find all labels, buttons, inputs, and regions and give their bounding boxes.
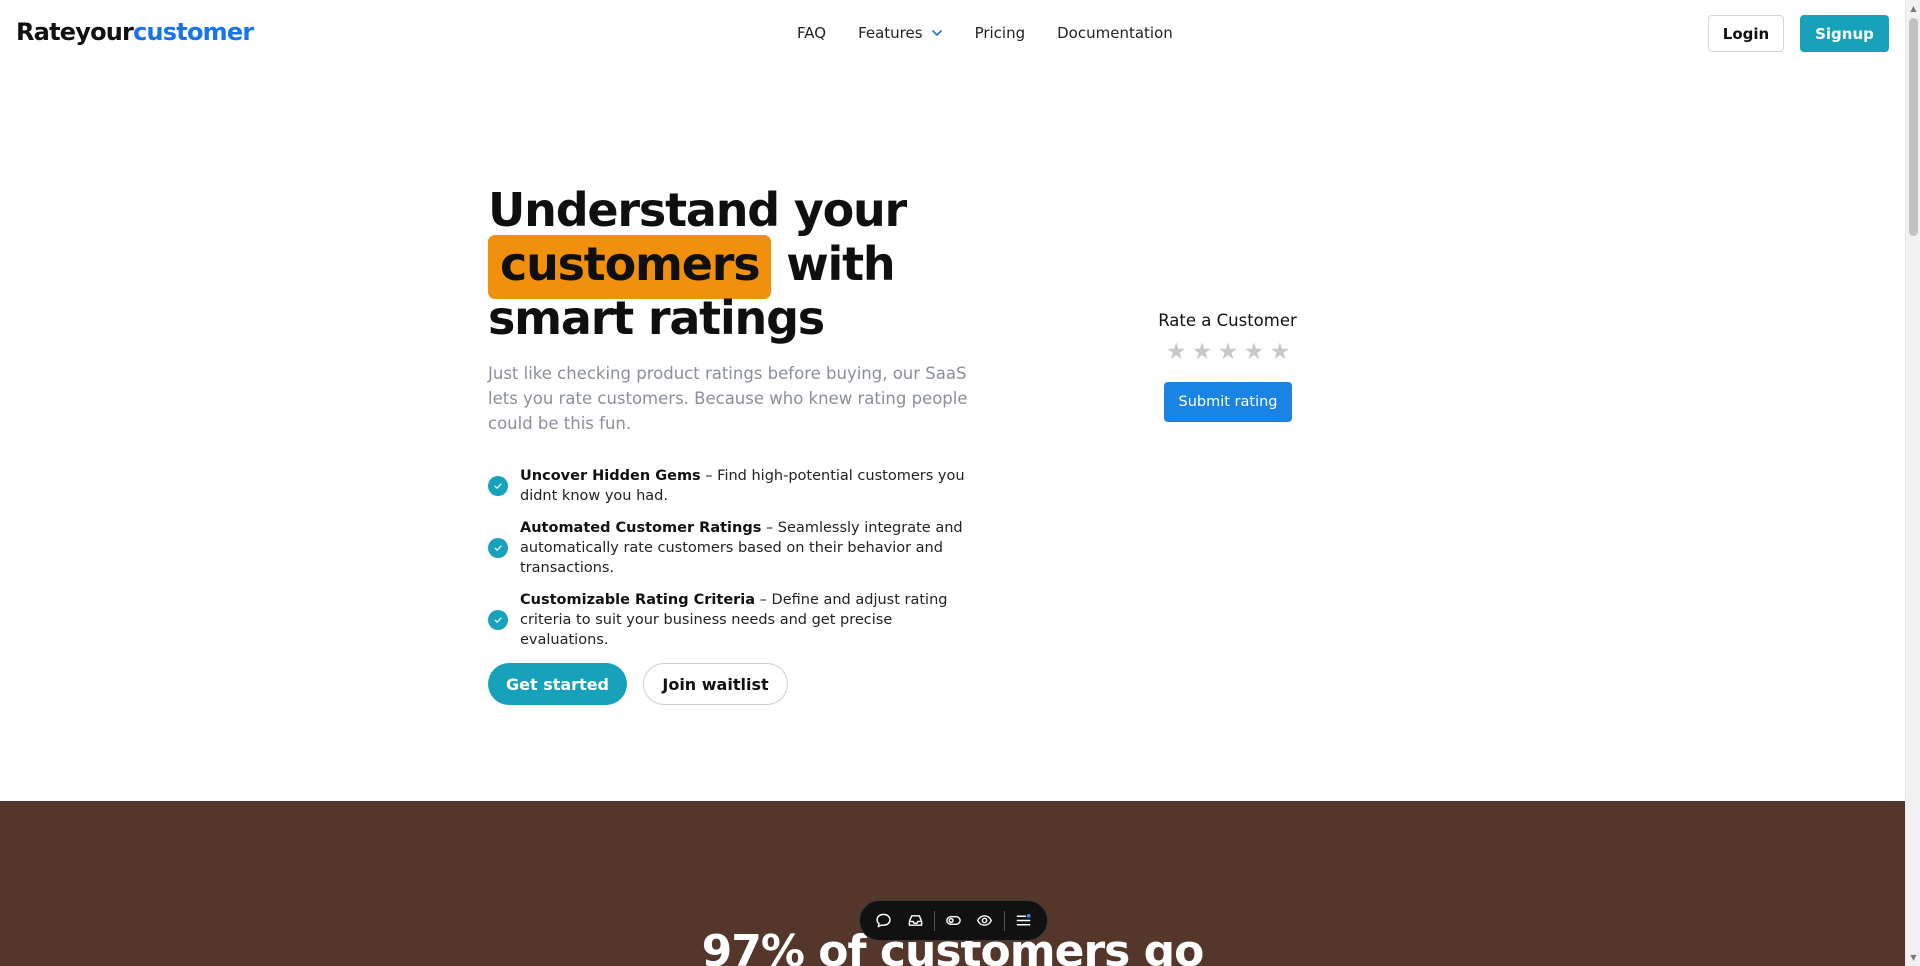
hero-subtitle: Just like checking product ratings befor… [488,364,968,433]
star-icon-1[interactable]: ★ [1166,339,1187,365]
rating-widget-title: Rate a Customer [1158,311,1297,330]
scroll-up-arrow-icon[interactable]: ▲ [1909,4,1918,13]
submit-rating-button[interactable]: Submit rating [1164,382,1292,422]
get-started-button[interactable]: Get started [488,663,627,705]
feature-item: Automated Customer Ratings – Seamlessly … [488,518,978,578]
scrollbar-thumb[interactable] [1909,18,1918,236]
main-nav: FAQ Features Pricing Documentation [797,24,1173,42]
check-icon [488,610,508,630]
page-scrollbar[interactable]: ▲ ▼ [1905,0,1920,966]
hero-title-highlight: customers [488,235,772,299]
hero-title-line3: smart ratings [488,291,825,345]
feature-title: Uncover Hidden Gems [520,468,701,484]
hero-title-line2-rest: with [771,237,895,291]
hero-title: Understand your customers with smart ratin… [488,183,1008,345]
scroll-down-arrow-icon[interactable]: ▼ [1909,953,1918,962]
login-button[interactable]: Login [1708,15,1784,52]
logo[interactable]: Rateyourcustomer [16,18,254,46]
stats-section: 97% of customers go [0,801,1905,966]
star-icon-4[interactable]: ★ [1244,339,1265,365]
hero-title-line1: Understand your [488,183,907,237]
feature-title: Automated Customer Ratings [520,520,762,536]
menu-icon[interactable] [1011,908,1036,934]
feature-title: Customizable Rating Criteria [520,592,756,608]
inbox-icon[interactable] [902,908,927,934]
feature-item: Uncover Hidden Gems – Find high-potentia… [488,466,978,506]
star-icon-5[interactable]: ★ [1270,339,1291,365]
check-icon [488,476,508,496]
site-header: Rateyourcustomer FAQ Features Pricing Do… [0,0,1905,66]
comment-icon[interactable] [871,908,896,934]
toolbar-divider [1003,910,1005,931]
feature-text: Automated Customer Ratings – Seamlessly … [520,518,978,578]
feature-list: Uncover Hidden Gems – Find high-potentia… [488,466,978,662]
nav-pricing[interactable]: Pricing [975,24,1026,42]
nav-features[interactable]: Features [858,24,943,42]
nav-faq[interactable]: FAQ [797,24,826,42]
logo-text-accent: customer [133,18,254,46]
join-waitlist-button[interactable]: Join waitlist [643,663,788,705]
nav-documentation[interactable]: Documentation [1057,24,1173,42]
toolbar-divider [933,910,935,931]
toggle-icon[interactable] [941,908,966,934]
feature-text: Uncover Hidden Gems – Find high-potentia… [520,466,978,506]
eye-icon[interactable] [972,908,997,934]
nav-features-label: Features [858,24,923,42]
logo-text-primary: Rateyour [16,18,134,46]
floating-toolbar [859,900,1048,941]
check-icon [488,538,508,558]
signup-button[interactable]: Signup [1800,15,1889,52]
feature-item: Customizable Rating Criteria – Define an… [488,590,978,650]
feature-text: Customizable Rating Criteria – Define an… [520,590,978,650]
chevron-down-icon [931,30,942,36]
star-rating[interactable]: ★ ★ ★ ★ ★ [1110,339,1345,365]
star-icon-3[interactable]: ★ [1218,339,1239,365]
star-icon-2[interactable]: ★ [1192,339,1213,365]
